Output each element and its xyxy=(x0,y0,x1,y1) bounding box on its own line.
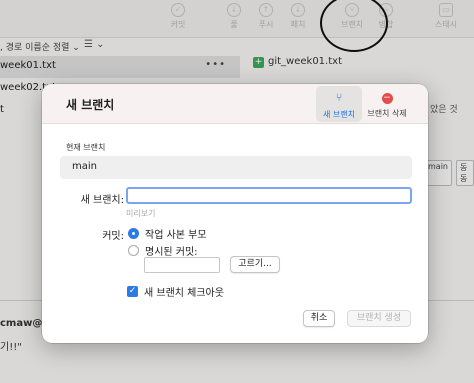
radio-label: 명시된 커밋: xyxy=(145,246,198,258)
checkmark-icon[interactable]: ✓ xyxy=(127,286,138,297)
preview-label: 미리보기 xyxy=(126,209,156,218)
cancel-button[interactable]: 취소 xyxy=(303,310,335,327)
tab-new-branch[interactable]: ⑂ 새 브랜치 xyxy=(316,86,362,122)
commit-label: 커밋: xyxy=(102,231,124,242)
delete-icon: − xyxy=(381,93,393,104)
dialog-header: 새 브랜치 ⑂ 새 브랜치 − 브랜치 삭제 xyxy=(42,84,428,124)
radio-button[interactable] xyxy=(128,244,139,256)
current-branch-field: main xyxy=(60,156,412,179)
dialog-title: 새 브랜치 xyxy=(66,98,115,112)
radio-specified-commit[interactable]: 명시된 커밋: xyxy=(128,243,198,258)
radio-label: 작업 사본 부모 xyxy=(145,229,207,241)
create-branch-button[interactable]: 브랜치 생성 xyxy=(347,310,411,327)
radio-button-selected[interactable] xyxy=(128,227,139,239)
checkout-checkbox-row[interactable]: ✓ 새 브랜치 체크아웃 xyxy=(127,284,224,299)
new-branch-name-input[interactable] xyxy=(126,187,412,204)
new-branch-label: 새 브랜치: xyxy=(80,195,124,206)
tab-delete-branch-label: 브랜치 삭제 xyxy=(367,109,407,118)
branch-icon: ⑂ xyxy=(335,91,343,104)
checkout-label: 새 브랜치 체크아웃 xyxy=(144,288,224,299)
tab-new-branch-label: 새 브랜치 xyxy=(323,110,355,119)
choose-commit-button[interactable]: 고르기... xyxy=(230,256,280,273)
tab-delete-branch[interactable]: − 브랜치 삭제 xyxy=(364,86,410,122)
current-branch-label: 현재 브랜치 xyxy=(66,143,106,152)
specified-commit-input[interactable] xyxy=(144,257,220,273)
radio-working-copy-parent[interactable]: 작업 사본 부모 xyxy=(128,226,207,241)
new-branch-dialog: 새 브랜치 ⑂ 새 브랜치 − 브랜치 삭제 현재 브랜치 main 새 브랜치… xyxy=(42,84,428,343)
